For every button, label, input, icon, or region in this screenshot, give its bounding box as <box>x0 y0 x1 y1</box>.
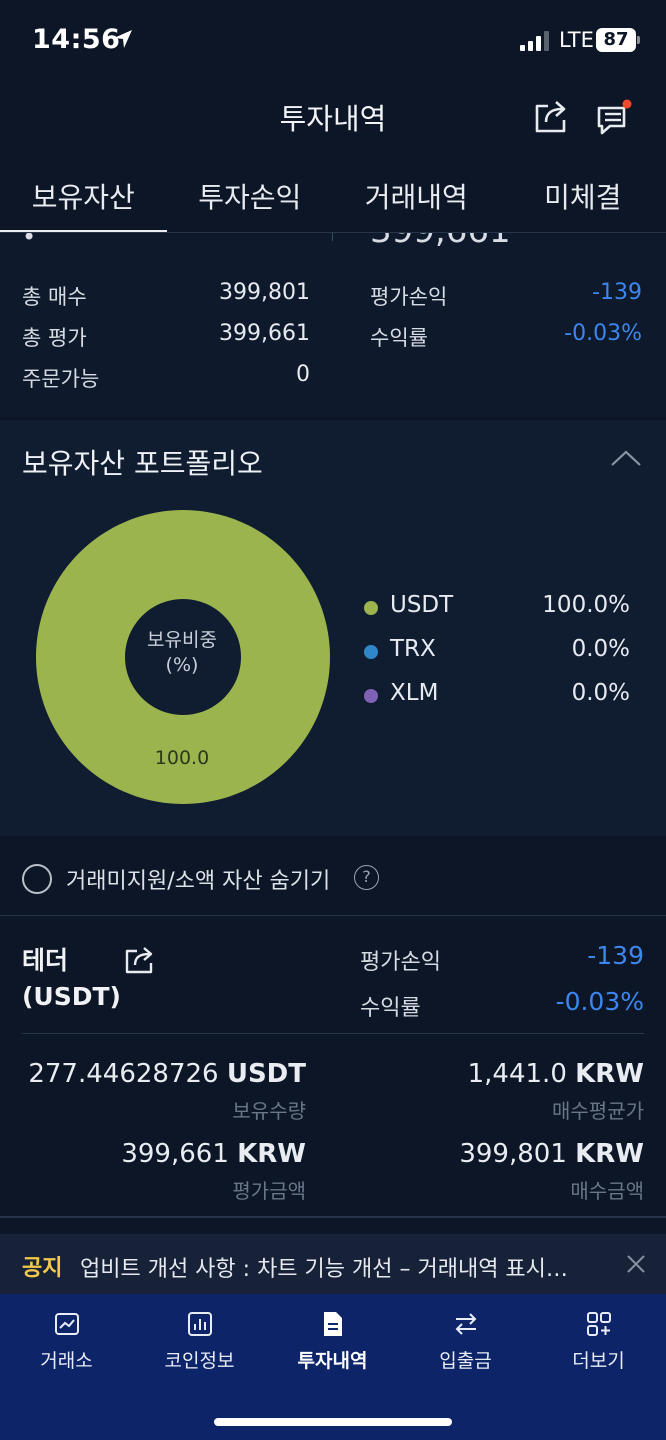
coin-name: 테더 (USDT) <box>22 943 121 1015</box>
legend-dot-usdt <box>364 601 378 615</box>
orderable-label: 주문가능 <box>22 367 100 391</box>
holding-pnl-label: 평가손익 <box>360 950 441 975</box>
total-eval-label: 총 평가 <box>22 326 87 350</box>
nav-label: 투자내역 <box>297 1350 368 1372</box>
notice-chat-icon[interactable] <box>596 98 636 136</box>
total-buy-value: 399,801 <box>219 280 310 305</box>
hide-small-assets-label[interactable]: 거래미지원/소액 자산 숨기기 <box>66 863 330 895</box>
coin-name-korean: 테더 <box>22 946 69 975</box>
holding-return-value: -0.03% <box>555 987 644 1016</box>
share-icon[interactable] <box>124 945 156 975</box>
signal-icon <box>520 31 549 51</box>
donut-center-label: 보유비중 (%) <box>112 628 252 678</box>
holding-pnl-value: -139 <box>587 941 644 970</box>
return-label: 수익률 <box>370 326 428 350</box>
buy-amount-label: 매수금액 <box>570 1179 644 1203</box>
status-time: 14:56 <box>32 24 121 55</box>
return-value: -0.03% <box>564 321 642 346</box>
help-icon[interactable]: ? <box>354 865 379 890</box>
nav-more[interactable]: 더보기 <box>532 1310 665 1374</box>
battery-icon: 87 <box>596 28 640 52</box>
portfolio-section: 보유자산 포트폴리오 보유비중 (%) 100.0 USDT 100.0% TR… <box>0 420 666 836</box>
legend-value: 0.0% <box>571 680 630 706</box>
hide-small-assets-checkbox[interactable] <box>22 864 52 894</box>
portfolio-title: 보유자산 포트폴리오 <box>22 447 263 480</box>
close-icon[interactable] <box>626 1254 646 1274</box>
nav-coin-info[interactable]: 코인정보 <box>133 1310 266 1374</box>
status-bar: 14:56 LTE 87 <box>0 0 666 84</box>
page: 14:56 LTE 87 투자내역 보유자산 투자손익 거래내역 미체결 • 총… <box>0 0 666 1440</box>
legend-name: TRX <box>390 636 436 662</box>
total-buy-label: 총 매수 <box>22 285 87 309</box>
nav-label: 거래소 <box>40 1350 93 1372</box>
nav-investment-history[interactable]: 투자내역 <box>266 1310 399 1374</box>
legend-dot-xlm <box>364 689 378 703</box>
grid-plus-icon <box>586 1312 611 1336</box>
eval-amount-label: 평가금액 <box>232 1179 306 1203</box>
holding-card-usdt[interactable]: 테더 (USDT) 평가손익 -139 수익률 -0.03% 277.44628… <box>0 917 666 1217</box>
notice-tag: 공지 <box>22 1256 63 1281</box>
transfer-icon <box>455 1313 476 1335</box>
nav-deposit-withdraw[interactable]: 입출금 <box>399 1310 532 1374</box>
document-icon <box>323 1312 342 1336</box>
nav-label: 입출금 <box>439 1350 492 1372</box>
holding-quantity: 277.44628726 USDT <box>28 1059 306 1089</box>
battery-level: 87 <box>603 29 629 50</box>
donut-center-title: 보유비중 <box>147 629 217 651</box>
avg-buy-price: 1,441.0 KRW <box>467 1059 644 1089</box>
network-type: LTE <box>559 28 594 52</box>
bottom-nav: 거래소 코인정보 투자내역 입출금 더보기 <box>0 1294 666 1440</box>
bar-chart-icon <box>187 1312 212 1336</box>
total-eval-value: 399,661 <box>219 321 310 346</box>
coin-symbol: (USDT) <box>22 982 121 1011</box>
holding-return-label: 수익률 <box>360 996 421 1021</box>
home-indicator <box>214 1418 452 1426</box>
tab-bar: 보유자산 투자손익 거래내역 미체결 <box>0 168 666 234</box>
tab-open-orders[interactable]: 미체결 <box>500 168 666 234</box>
slice-label-usdt: 100.0 <box>154 747 210 769</box>
tab-investment-pnl[interactable]: 투자손익 <box>167 168 334 234</box>
legend-value: 100.0% <box>542 592 630 618</box>
cut-off-value: 399,661 <box>370 233 511 251</box>
tab-trade-history[interactable]: 거래내역 <box>333 168 500 234</box>
legend-item-trx: TRX 0.0% <box>364 636 630 666</box>
nav-exchange[interactable]: 거래소 <box>0 1310 133 1374</box>
pnl-value: -139 <box>592 280 642 305</box>
divider <box>0 1216 666 1218</box>
legend-item-xlm: XLM 0.0% <box>364 680 630 710</box>
chevron-up-icon[interactable] <box>610 448 642 468</box>
divider <box>332 233 333 241</box>
legend-item-usdt: USDT 100.0% <box>364 592 630 622</box>
legend-dot-trx <box>364 645 378 659</box>
pnl-label: 평가손익 <box>370 285 448 309</box>
avg-buy-price-label: 매수평균가 <box>552 1099 644 1123</box>
share-icon[interactable] <box>532 98 570 134</box>
hide-small-assets-row: 거래미지원/소액 자산 숨기기 ? <box>0 838 666 916</box>
divider <box>22 1033 644 1034</box>
asset-summary: • 399,661 총 매수 399,801 총 평가 399,661 주문가능… <box>0 233 666 417</box>
tab-holdings[interactable]: 보유자산 <box>0 168 167 234</box>
location-arrow-icon <box>114 30 132 48</box>
donut-center-unit: (%) <box>165 654 199 676</box>
orderable-value: 0 <box>296 362 310 387</box>
cut-off-text: • <box>22 233 37 251</box>
notice-text[interactable]: 업비트 개선 사항 : 차트 기능 개선 – 거래내역 표시… <box>80 1251 600 1283</box>
eval-amount: 399,661 KRW <box>121 1139 306 1169</box>
legend-value: 0.0% <box>571 636 630 662</box>
legend-name: XLM <box>390 680 439 706</box>
notice-banner[interactable]: 공지 업비트 개선 사항 : 차트 기능 개선 – 거래내역 표시… <box>0 1234 666 1294</box>
buy-amount: 399,801 KRW <box>459 1139 644 1169</box>
holding-quantity-label: 보유수량 <box>232 1099 306 1123</box>
legend-name: USDT <box>390 592 454 618</box>
chart-line-icon <box>54 1313 79 1335</box>
nav-label: 코인정보 <box>164 1350 235 1372</box>
nav-label: 더보기 <box>572 1350 625 1372</box>
